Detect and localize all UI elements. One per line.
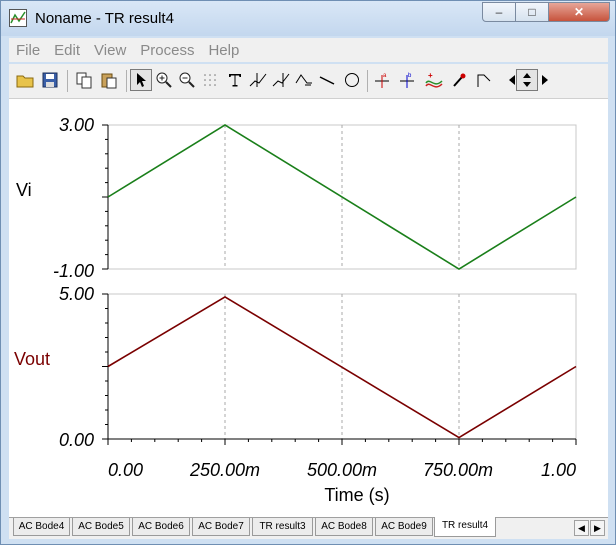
save-icon[interactable] [39,69,61,91]
xtick-4: 1.00 [541,460,576,480]
toolbar-separator [126,70,127,92]
menu-process[interactable]: Process [133,42,201,59]
vi-ytick-bottom: -1.00 [53,261,94,281]
x-axis-title: Time (s) [324,485,389,505]
plot-canvas[interactable]: 3.00 -1.00 Vi 5.00 0.00 Vout 0.00 250.00… [9,99,608,517]
tab-bar: AC Bode4 AC Bode5 AC Bode6 AC Bode7 TR r… [9,517,608,539]
xtick-0: 0.00 [108,460,143,480]
text-icon[interactable] [224,69,246,91]
menu-view[interactable]: View [87,42,133,59]
menu-file[interactable]: File [9,42,47,59]
chart-area[interactable]: 3.00 -1.00 Vi 5.00 0.00 Vout 0.00 250.00… [9,99,608,517]
plot-vi [102,124,577,270]
svg-text:a: a [383,73,387,79]
tab-ac-bode6[interactable]: AC Bode6 [132,518,190,536]
tab-ac-bode5[interactable]: AC Bode5 [72,518,130,536]
paste-icon[interactable] [98,69,120,91]
cursor-a-icon[interactable] [247,69,269,91]
grid-icon[interactable] [199,69,221,91]
circle-icon[interactable] [341,69,363,91]
toolbar-separator [67,70,68,92]
title-bar[interactable]: Noname - TR result4 – □ ✕ [1,1,615,36]
eyedropper-icon[interactable] [448,69,470,91]
window-title: Noname - TR result4 [35,10,174,27]
marker-b-icon[interactable]: b [396,69,418,91]
vout-ytick-top: 5.00 [59,284,94,304]
pointer-icon[interactable] [130,69,152,91]
xtick-2: 500.00m [307,460,377,480]
plot-vout [102,293,577,445]
line-icon[interactable] [316,69,338,91]
xtick-1: 250.00m [189,460,260,480]
toolbar: a b + [9,64,608,99]
svg-text:+: + [428,71,433,80]
menu-bar: File Edit View Process Help [9,38,608,62]
menu-edit[interactable]: Edit [47,42,87,59]
toolbar-separator [367,70,368,92]
copy-icon[interactable] [73,69,95,91]
flag-icon[interactable] [473,69,495,91]
cursor-label-icon[interactable] [293,69,315,91]
marker-a-icon[interactable]: a [371,69,393,91]
close-button[interactable]: ✕ [548,2,610,22]
menu-help[interactable]: Help [201,42,246,59]
tab-tr-result4[interactable]: TR result4 [434,517,496,537]
svg-text:b: b [408,73,412,79]
tab-scroll-right-icon[interactable]: ▶ [590,520,605,536]
tab-ac-bode4[interactable]: AC Bode4 [13,518,70,536]
vout-ytick-bottom: 0.00 [59,430,94,450]
cursor-b-icon[interactable] [270,69,292,91]
zoom-in-icon[interactable] [153,69,175,91]
vout-axis-label: Vout [14,349,50,369]
open-icon[interactable] [14,69,36,91]
tab-scroll-left-icon[interactable]: ◀ [574,520,589,536]
tab-ac-bode7[interactable]: AC Bode7 [192,518,250,536]
vi-ytick-top: 3.00 [59,115,94,135]
tab-ac-bode9[interactable]: AC Bode9 [375,518,433,536]
minimize-button[interactable]: – [482,2,516,22]
add-curve-icon[interactable]: + [423,69,445,91]
arrow-right-icon[interactable] [534,69,556,91]
tab-ac-bode8[interactable]: AC Bode8 [315,518,373,536]
app-icon [9,9,27,27]
tab-tr-result3[interactable]: TR result3 [252,518,313,536]
maximize-button[interactable]: □ [515,2,549,22]
vi-axis-label: Vi [16,180,32,200]
zoom-out-icon[interactable] [176,69,198,91]
app-window: Noname - TR result4 – □ ✕ File Edit View… [0,0,616,545]
xtick-3: 750.00m [423,460,493,480]
